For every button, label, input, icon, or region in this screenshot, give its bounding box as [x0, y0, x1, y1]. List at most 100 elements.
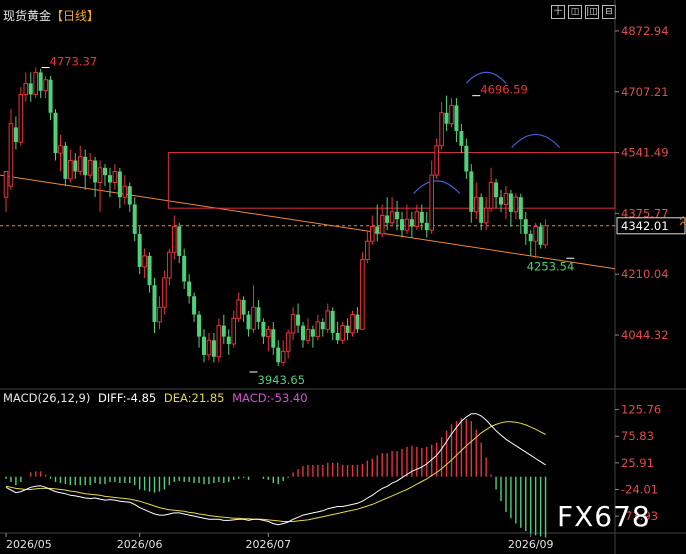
candle-body — [162, 277, 167, 308]
macd-tick-label: -24.01 — [621, 482, 658, 496]
candle-body — [147, 255, 152, 286]
candle — [479, 193, 484, 231]
candle-body — [528, 233, 533, 242]
candle-body — [142, 255, 147, 268]
candle-body — [439, 112, 444, 147]
candle — [404, 204, 410, 234]
candle — [285, 329, 291, 359]
candle — [305, 318, 311, 344]
candle-body — [192, 296, 197, 315]
candle — [132, 197, 137, 242]
candle-body — [216, 325, 222, 358]
candle-body — [315, 321, 321, 338]
candle-body — [285, 332, 291, 352]
candle — [488, 167, 494, 212]
candle — [77, 145, 83, 176]
candle-body — [93, 160, 98, 183]
candle — [389, 197, 395, 227]
candle — [335, 321, 340, 344]
macd-tick-label: 75.83 — [621, 429, 654, 443]
candle — [43, 76, 48, 99]
candle — [271, 321, 276, 355]
candle-body — [325, 310, 331, 330]
candle-body — [370, 226, 375, 242]
candle — [202, 329, 206, 363]
candle — [162, 270, 167, 315]
descending-trendline — [0, 174, 616, 270]
candle — [157, 296, 162, 330]
candle — [290, 307, 296, 341]
macd-name: MACD(26,12,9) — [3, 391, 91, 405]
candle-body — [53, 112, 58, 154]
candle — [13, 116, 18, 150]
candle — [454, 98, 459, 143]
candle-body — [13, 127, 18, 143]
candle — [483, 197, 489, 231]
candle-body — [454, 105, 459, 132]
macd-legend: MACD(26,12,9) DIFF:-4.85 DEA:21.85 MACD:… — [3, 391, 312, 405]
candle — [518, 193, 523, 234]
x-axis: 2026/05 2026/06 2026/07 2026/09 — [5, 533, 554, 551]
candle — [538, 222, 543, 249]
candle-body — [385, 215, 390, 223]
candle-body — [404, 218, 410, 231]
candle — [68, 149, 73, 183]
diff-line — [5, 413, 546, 526]
candle — [315, 314, 321, 341]
candle — [434, 138, 439, 179]
candle-body — [479, 197, 484, 223]
candle — [503, 186, 509, 220]
candle-body — [256, 307, 261, 322]
price-annotation: 3943.65 — [258, 373, 306, 387]
candle-body — [23, 82, 29, 95]
candle-body — [429, 174, 434, 231]
candle-body — [236, 299, 241, 319]
candle — [350, 310, 355, 337]
candle-body — [508, 193, 513, 212]
candle-body — [231, 317, 236, 345]
candle — [87, 153, 93, 179]
candle-body — [414, 211, 420, 228]
candle — [137, 226, 142, 275]
candle — [261, 318, 266, 344]
candle — [523, 211, 528, 245]
candle — [226, 329, 231, 355]
candle — [48, 76, 53, 121]
candle — [142, 248, 147, 278]
macd-lines — [5, 413, 546, 526]
candle-body — [345, 325, 350, 333]
candle-body — [28, 83, 33, 95]
candle — [345, 318, 350, 341]
candle — [473, 182, 479, 220]
candle — [53, 109, 58, 161]
candle — [216, 318, 222, 363]
candle-body — [310, 329, 315, 337]
candle-body — [409, 219, 414, 227]
macd-histogram — [5, 418, 547, 538]
candle — [424, 211, 429, 238]
candle-body — [533, 226, 538, 242]
candle-body — [38, 72, 43, 91]
candle — [231, 310, 236, 348]
candle-body — [400, 219, 404, 231]
candle-body — [276, 347, 281, 363]
candle — [251, 285, 256, 333]
candle-body — [395, 211, 400, 220]
date-label: 2026/05 — [6, 538, 52, 551]
candle — [38, 68, 43, 99]
date-label: 2026/07 — [245, 538, 291, 551]
price-tick-label: 4872.94 — [621, 24, 669, 38]
candle — [112, 164, 118, 190]
candle — [73, 153, 78, 179]
candle-body — [177, 226, 182, 256]
candlestick-chart[interactable]: 4872.944707.214541.494375.774210.044044.… — [0, 0, 686, 554]
candle-body — [167, 251, 172, 279]
candle-body — [280, 350, 286, 363]
candle-body — [107, 175, 112, 183]
candle-body — [18, 93, 24, 143]
candle — [469, 164, 474, 223]
candle — [107, 167, 112, 198]
candle — [375, 204, 380, 242]
candle-body — [241, 299, 246, 315]
candle-body — [434, 145, 439, 176]
